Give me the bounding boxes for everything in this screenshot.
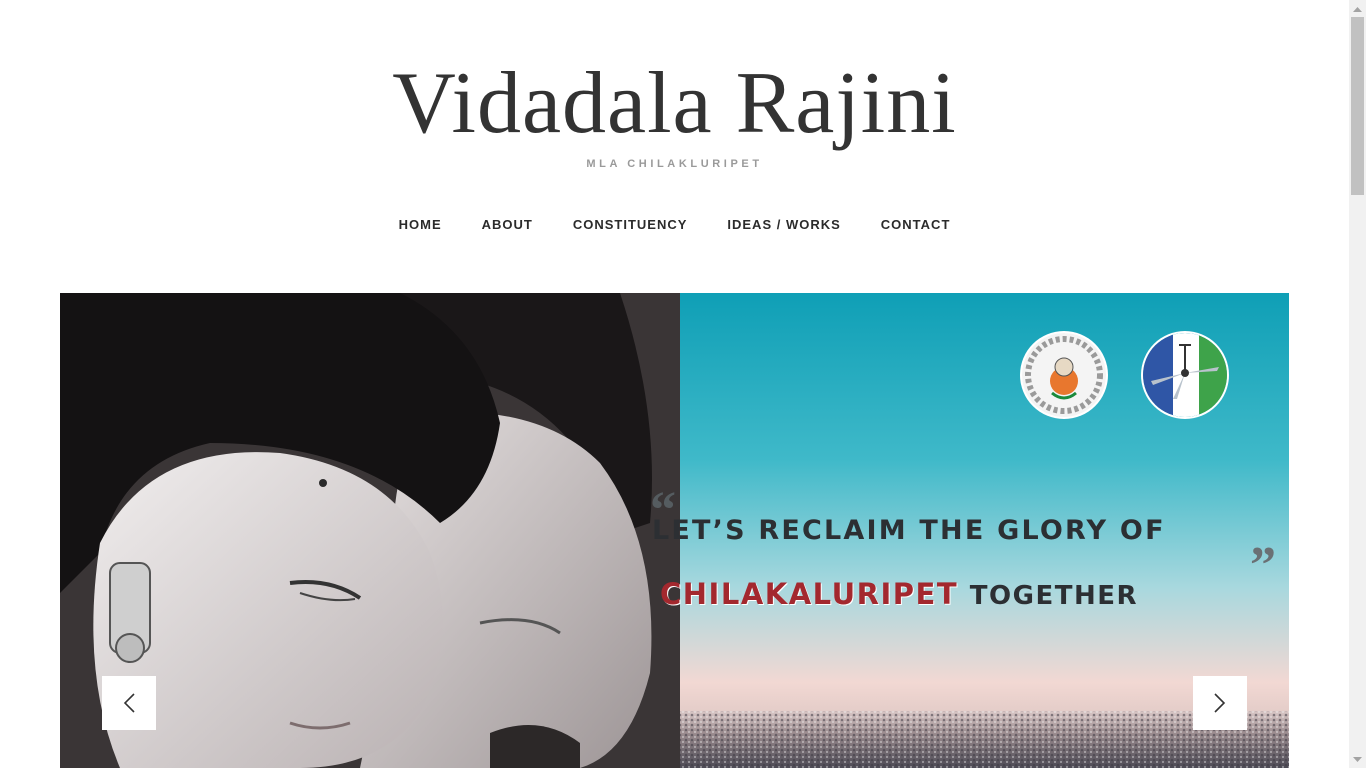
arrow-up-icon	[1353, 6, 1362, 12]
main-navigation: HOME ABOUT CONSTITUENCY IDEAS / WORKS CO…	[0, 215, 1349, 235]
chevron-right-icon	[1214, 693, 1226, 713]
nav-item-about[interactable]: ABOUT	[482, 215, 533, 235]
scrollbar-thumb[interactable]	[1351, 17, 1364, 195]
nav-item-home[interactable]: HOME	[399, 215, 442, 235]
vertical-scrollbar[interactable]	[1349, 0, 1366, 768]
arrow-down-icon	[1353, 756, 1362, 762]
quote-line-1: LET’S RECLAIM THE GLORY OF	[652, 515, 1166, 546]
nav-item-constituency[interactable]: CONSTITUENCY	[573, 215, 688, 235]
site-tagline: MLA CHILAKLURIPET	[586, 158, 763, 170]
scroll-down-button[interactable]	[1349, 751, 1366, 768]
page: Vidadala Rajini MLA CHILAKLURIPET HOME A…	[0, 0, 1349, 768]
nav-item-contact[interactable]: CONTACT	[881, 215, 951, 235]
hero-slider[interactable]: “ LET’S RECLAIM THE GLORY OF ” CHILAKALU…	[60, 293, 1289, 768]
quote-line-2: CHILAKALURIPET TOGETHER	[660, 577, 1138, 611]
scroll-up-button[interactable]	[1349, 0, 1366, 17]
party-logo	[1143, 333, 1227, 417]
nav-item-ideas-works[interactable]: IDEAS / WORKS	[727, 215, 840, 235]
quote-highlight: CHILAKALURIPET	[660, 577, 959, 611]
slider-prev-button[interactable]	[102, 676, 156, 730]
quote-rest: TOGETHER	[969, 581, 1138, 611]
chevron-left-icon	[123, 693, 135, 713]
quote-close-mark: ”	[1250, 537, 1276, 594]
ysr-emblem-logo	[1022, 333, 1106, 417]
site-title[interactable]: Vidadala Rajini	[0, 54, 1349, 154]
slider-next-button[interactable]	[1193, 676, 1247, 730]
